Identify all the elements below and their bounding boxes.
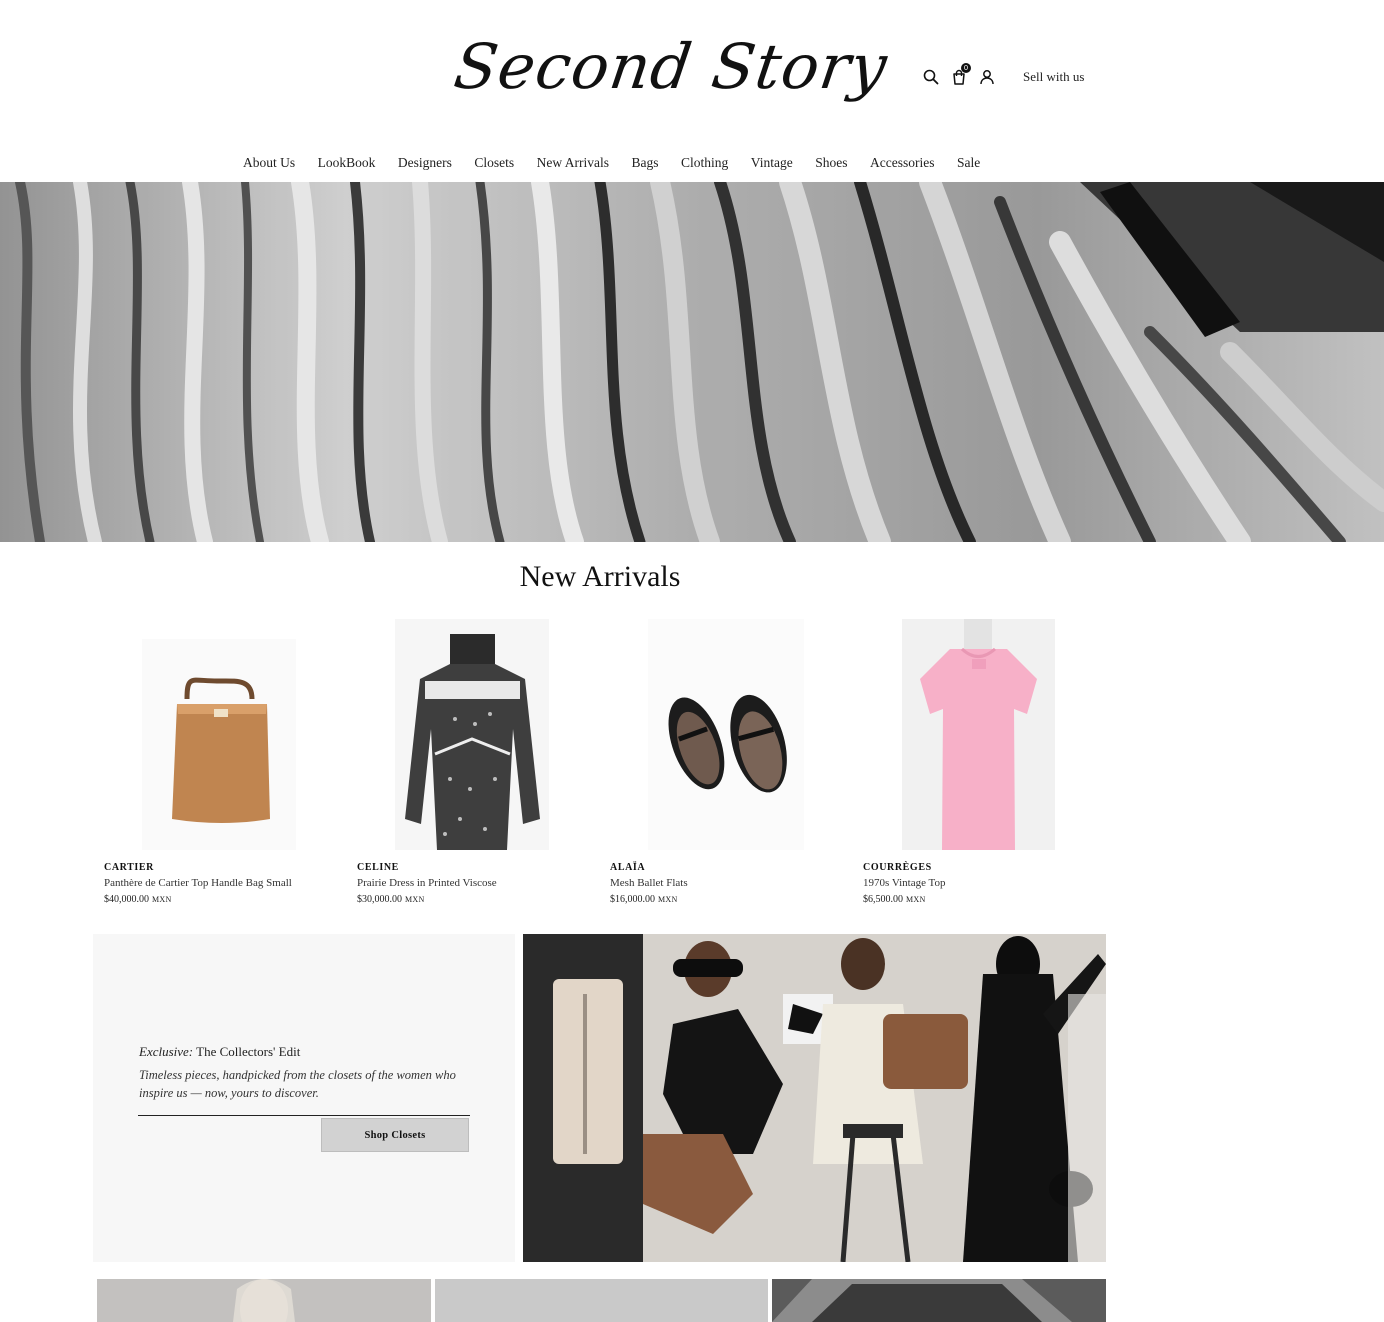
product-price-currency: MXN — [658, 895, 678, 904]
product-image[interactable] — [395, 619, 549, 850]
divider — [138, 1115, 470, 1116]
collectors-edit-description: Timeless pieces, handpicked from the clo… — [139, 1068, 456, 1100]
header-icons: 0 — [922, 63, 996, 88]
category-tile[interactable] — [435, 1279, 768, 1322]
product-brand: COURRÈGES — [863, 862, 932, 873]
nav-item-about-us[interactable]: About Us — [243, 155, 295, 171]
product-image[interactable] — [902, 619, 1055, 850]
product-price-amount: $16,000.00 — [610, 894, 655, 905]
shop-closets-button[interactable]: Shop Closets — [321, 1118, 469, 1152]
site-logo[interactable]: Second Story — [450, 30, 892, 125]
product-price-currency: MXN — [405, 895, 425, 904]
sell-with-us-link[interactable]: Sell with us — [1023, 69, 1084, 85]
product-image[interactable] — [142, 619, 296, 850]
product-price-amount: $40,000.00 — [104, 894, 149, 905]
category-tile[interactable] — [772, 1279, 1106, 1322]
collectors-edit-heading: Exclusive: The Collectors' Edit — [139, 1044, 300, 1060]
category-tile[interactable] — [97, 1279, 431, 1322]
product-price-currency: MXN — [152, 895, 172, 904]
product-price: $40,000.00 MXN — [104, 894, 172, 905]
nav-item-closets[interactable]: Closets — [474, 155, 514, 171]
heading-emphasis: Exclusive: — [139, 1044, 194, 1059]
nav-item-bags[interactable]: Bags — [632, 155, 659, 171]
collectors-edit-panel: Exclusive: The Collectors' Edit Timeless… — [93, 934, 515, 1262]
product-image[interactable] — [648, 619, 804, 850]
product-price-amount: $30,000.00 — [357, 894, 402, 905]
site-header: Second Story 0 Sell with us About Us Loo… — [0, 0, 1384, 182]
hero-banner-image[interactable] — [0, 182, 1384, 542]
nav-item-clothing[interactable]: Clothing — [681, 155, 728, 171]
product-title[interactable]: Mesh Ballet Flats — [610, 877, 688, 889]
cart-count-badge: 0 — [961, 63, 971, 73]
product-brand: ALAÏA — [610, 862, 646, 873]
nav-item-designers[interactable]: Designers — [398, 155, 452, 171]
nav-item-shoes[interactable]: Shoes — [815, 155, 847, 171]
new-arrivals-grid: CARTIER Panthère de Cartier Top Handle B… — [93, 619, 1106, 914]
product-title[interactable]: Prairie Dress in Printed Viscose — [357, 877, 497, 889]
main-nav: About Us LookBook Designers Closets New … — [243, 155, 1003, 171]
nav-item-sale[interactable]: Sale — [957, 155, 980, 171]
product-price: $6,500.00 MXN — [863, 894, 926, 905]
product-price: $30,000.00 MXN — [357, 894, 425, 905]
product-title[interactable]: Panthère de Cartier Top Handle Bag Small — [104, 877, 292, 889]
nav-item-vintage[interactable]: Vintage — [751, 155, 793, 171]
product-title[interactable]: 1970s Vintage Top — [863, 877, 946, 889]
heading-text: The Collectors' Edit — [193, 1044, 301, 1059]
product-price-currency: MXN — [906, 895, 926, 904]
nav-item-accessories[interactable]: Accessories — [870, 155, 934, 171]
product-price-amount: $6,500.00 — [863, 894, 903, 905]
cart-icon[interactable]: 0 — [950, 63, 971, 86]
product-price: $16,000.00 MXN — [610, 894, 678, 905]
product-brand: CARTIER — [104, 862, 154, 873]
product-brand: CELINE — [357, 862, 399, 873]
search-icon[interactable] — [922, 68, 940, 86]
logo-text: Second Story — [449, 30, 893, 103]
nav-item-lookbook[interactable]: LookBook — [318, 155, 376, 171]
nav-item-new-arrivals[interactable]: New Arrivals — [537, 155, 609, 171]
user-icon[interactable] — [978, 68, 996, 86]
new-arrivals-title: New Arrivals — [519, 560, 681, 593]
collectors-edit-image[interactable] — [523, 934, 1106, 1262]
